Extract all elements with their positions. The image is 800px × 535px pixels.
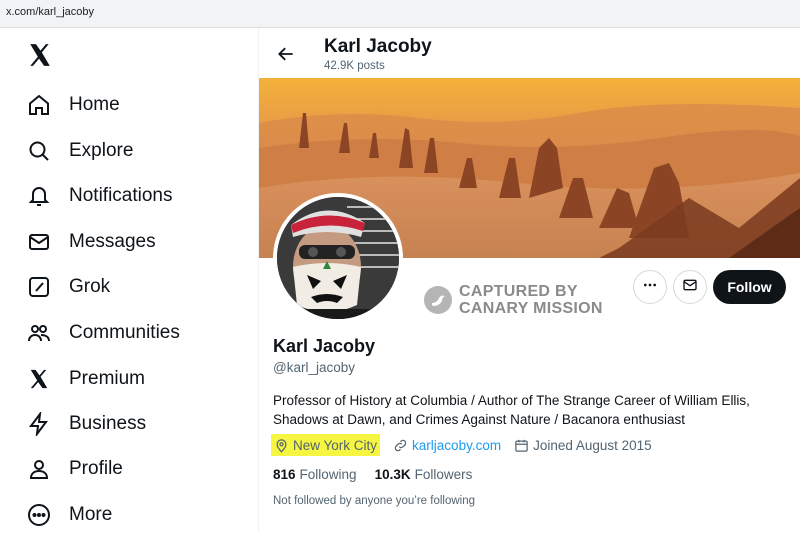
grok-icon — [26, 274, 52, 300]
map-pin-icon — [273, 437, 289, 453]
sidebar-item-premium[interactable]: Premium — [26, 359, 145, 399]
profile-name: Karl Jacoby — [273, 336, 376, 356]
follow-button[interactable]: Follow — [713, 270, 786, 304]
more-options-button[interactable] — [633, 270, 667, 304]
x-icon — [26, 366, 52, 392]
profile-handle: @karl_jacoby — [273, 360, 355, 375]
sidebar-item-home[interactable]: Home — [26, 85, 120, 125]
back-arrow-icon[interactable] — [273, 41, 299, 67]
home-icon — [26, 92, 52, 118]
not-followed-note: Not followed by anyone you’re following — [273, 495, 476, 507]
sidebar-item-grok[interactable]: Grok — [26, 267, 110, 307]
sidebar-item-label: Grok — [69, 276, 111, 297]
people-icon — [26, 320, 52, 346]
link-icon — [392, 437, 408, 453]
sidebar-item-messages[interactable]: Messages — [26, 222, 156, 262]
joined-item: Joined August 2015 — [513, 434, 652, 456]
location-item: New York City — [271, 434, 381, 456]
sidebar-item-label: Notifications — [69, 185, 173, 206]
sidebar-item-label: Explore — [69, 140, 134, 161]
more-circle-icon — [26, 502, 52, 528]
envelope-icon — [682, 277, 698, 298]
browser-address-bar[interactable]: x.com/karl_jacoby — [0, 0, 800, 28]
sidebar-nav: Home Explore Notifications Messages Grok… — [0, 28, 258, 532]
message-button[interactable] — [673, 270, 707, 304]
followers-stat[interactable]: 10.3K Followers — [375, 467, 473, 482]
watermark-line-2: CANARY MISSION — [459, 300, 603, 317]
followers-label: Followers — [414, 467, 473, 482]
lightning-icon — [26, 411, 52, 437]
sidebar-item-business[interactable]: Business — [26, 404, 146, 444]
header-name: Karl Jacoby — [324, 36, 432, 57]
following-stat[interactable]: 816 Following — [273, 467, 357, 482]
sidebar-item-label: Messages — [69, 231, 156, 252]
sidebar-item-profile[interactable]: Profile — [26, 449, 123, 489]
website-link[interactable]: karljacoby.com — [412, 438, 501, 453]
calendar-icon — [513, 437, 529, 453]
search-icon — [26, 138, 52, 164]
profile-main: Karl Jacoby 42.9K posts CAPTURED BY CANA… — [259, 28, 800, 532]
sidebar-item-label: Premium — [69, 368, 146, 389]
profile-meta: New York City karljacoby.com Joined Augu… — [271, 434, 664, 456]
following-count: 816 — [273, 467, 296, 482]
following-label: Following — [299, 467, 357, 482]
sidebar-item-label: More — [69, 504, 113, 525]
sidebar-item-label: Home — [69, 94, 120, 115]
sidebar-item-label: Communities — [69, 322, 180, 343]
sidebar-item-more[interactable]: More — [26, 495, 112, 535]
follow-stats: 816 Following 10.3K Followers — [273, 467, 490, 482]
sidebar-item-explore[interactable]: Explore — [26, 131, 133, 171]
website-item[interactable]: karljacoby.com — [392, 434, 501, 456]
header-post-count: 42.9K posts — [324, 60, 385, 72]
avatar[interactable] — [273, 193, 403, 323]
joined-text: Joined August 2015 — [533, 437, 652, 453]
sidebar-item-label: Profile — [69, 458, 123, 479]
followers-count: 10.3K — [374, 467, 411, 482]
sidebar-item-communities[interactable]: Communities — [26, 313, 180, 353]
bell-icon — [26, 183, 52, 209]
person-icon — [26, 456, 52, 482]
sidebar-item-label: Business — [69, 413, 147, 434]
watermark-line-1: CAPTURED BY — [459, 283, 578, 300]
envelope-icon — [26, 229, 52, 255]
ellipsis-icon — [642, 277, 658, 298]
watermark: CAPTURED BY CANARY MISSION — [424, 283, 603, 317]
x-logo-icon[interactable] — [27, 42, 53, 68]
url-text: x.com/karl_jacoby — [6, 6, 95, 18]
profile-bio: Professor of History at Columbia / Autho… — [273, 393, 750, 427]
canary-logo-icon — [424, 286, 452, 314]
sidebar-item-notifications[interactable]: Notifications — [26, 176, 173, 216]
location-text: New York City — [293, 437, 378, 453]
